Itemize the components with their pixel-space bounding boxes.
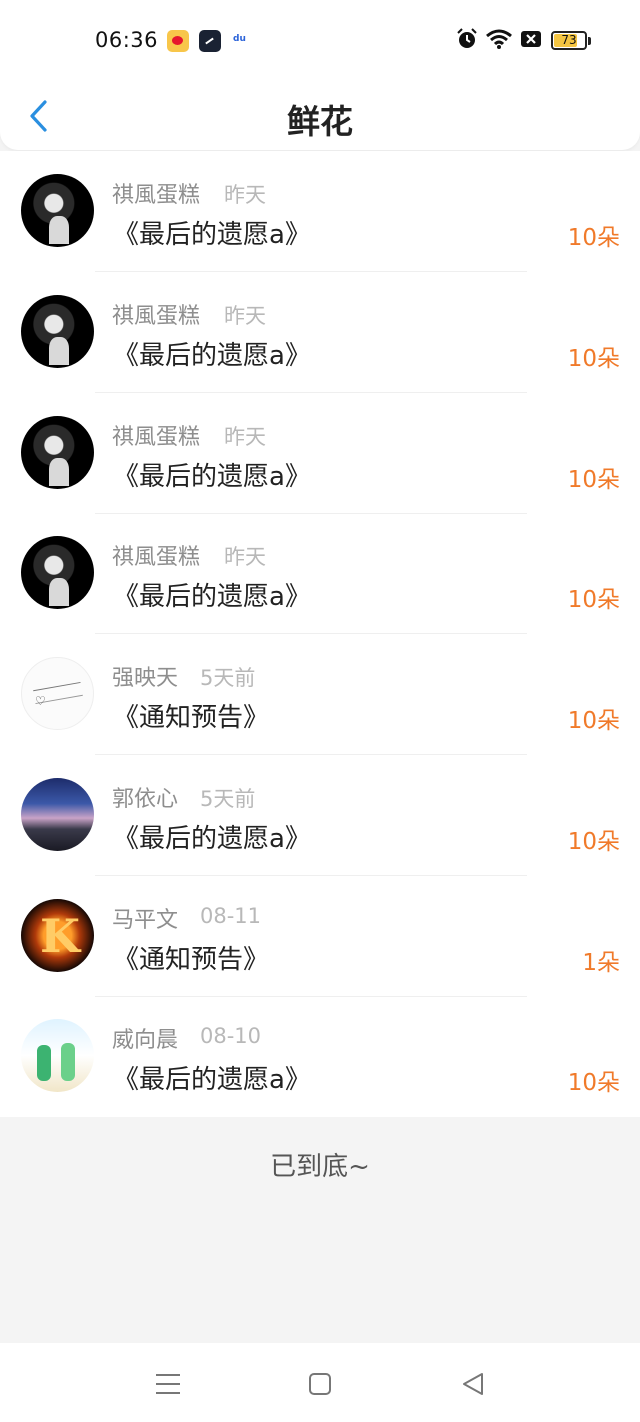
- flower-count: 10朵: [567, 1070, 620, 1096]
- user-name[interactable]: 威向晨: [112, 1022, 178, 1054]
- back-triangle-icon[interactable]: [458, 1369, 488, 1399]
- post-title[interactable]: 《最后的遗愿a》: [113, 818, 311, 855]
- flower-count: 10朵: [567, 225, 620, 251]
- post-title[interactable]: 《最后的遗愿a》: [113, 456, 311, 493]
- list-item[interactable]: 祺風蛋糕 昨天 《最后的遗愿a》 10朵: [0, 272, 640, 393]
- battery-level: 73: [561, 33, 577, 47]
- weibo-icon: [167, 30, 189, 52]
- post-title[interactable]: 《最后的遗愿a》: [113, 214, 311, 251]
- status-bar: 06:36 73: [0, 0, 640, 82]
- list-item[interactable]: 威向晨 08-10 《最后的遗愿a》 10朵: [0, 996, 640, 1117]
- user-name[interactable]: 祺風蛋糕: [112, 298, 200, 330]
- list-item[interactable]: 祺風蛋糕 昨天 《最后的遗愿a》 10朵: [0, 513, 640, 634]
- baidu-icon: [230, 30, 252, 52]
- avatar[interactable]: [21, 536, 94, 609]
- timestamp: 08-11: [200, 904, 262, 928]
- post-title[interactable]: 《通知预告》: [113, 939, 269, 976]
- flower-count: 10朵: [567, 587, 620, 613]
- user-name[interactable]: 强映天: [112, 660, 178, 692]
- home-icon[interactable]: [305, 1369, 335, 1399]
- status-time: 06:36: [95, 28, 159, 52]
- user-name[interactable]: 马平文: [112, 902, 178, 934]
- user-name[interactable]: 祺風蛋糕: [112, 419, 200, 451]
- timestamp: 08-10: [200, 1024, 262, 1048]
- user-name[interactable]: 祺風蛋糕: [112, 539, 200, 571]
- flower-count: 10朵: [567, 829, 620, 855]
- post-title[interactable]: 《最后的遗愿a》: [113, 1059, 311, 1096]
- timestamp: 昨天: [224, 183, 266, 207]
- list-item[interactable]: 郭依心 5天前 《最后的遗愿a》 10朵: [0, 755, 640, 876]
- user-name[interactable]: 郭依心: [112, 781, 178, 813]
- end-of-list-text: 已到底~: [270, 1152, 370, 1182]
- user-name[interactable]: 祺風蛋糕: [112, 177, 200, 209]
- avatar[interactable]: [21, 174, 94, 247]
- page-title: 鲜花: [287, 102, 353, 141]
- timestamp: 昨天: [224, 425, 266, 449]
- flower-list: 祺風蛋糕 昨天 《最后的遗愿a》 10朵 祺風蛋糕 昨天 《最后的遗愿a》 10…: [0, 151, 640, 1117]
- flower-count: 10朵: [567, 346, 620, 372]
- clock-app-icon: [199, 30, 221, 52]
- list-item[interactable]: 强映天 5天前 《通知预告》 10朵: [0, 634, 640, 755]
- timestamp: 5天前: [200, 666, 256, 690]
- flower-count: 10朵: [567, 467, 620, 493]
- timestamp: 昨天: [224, 304, 266, 328]
- avatar[interactable]: [21, 899, 94, 972]
- avatar[interactable]: [21, 1019, 94, 1092]
- post-title[interactable]: 《最后的遗愿a》: [113, 576, 311, 613]
- alarm-icon: [457, 28, 477, 48]
- timestamp: 5天前: [200, 787, 256, 811]
- timestamp: 昨天: [224, 545, 266, 569]
- avatar[interactable]: [21, 778, 94, 851]
- avatar[interactable]: [21, 295, 94, 368]
- system-nav-bar: [0, 1343, 640, 1422]
- post-title[interactable]: 《最后的遗愿a》: [113, 335, 311, 372]
- battery-tip: [588, 37, 591, 45]
- mute-icon: [521, 31, 541, 47]
- header: 鲜花: [0, 82, 640, 150]
- list-item[interactable]: 祺風蛋糕 昨天 《最后的遗愿a》 10朵: [0, 393, 640, 514]
- avatar[interactable]: [21, 416, 94, 489]
- menu-icon[interactable]: [153, 1369, 183, 1399]
- avatar[interactable]: [21, 657, 94, 730]
- list-item[interactable]: 马平文 08-11 《通知预告》 1朵: [0, 876, 640, 997]
- post-title[interactable]: 《通知预告》: [113, 697, 269, 734]
- battery-icon: 73: [551, 31, 587, 50]
- wifi-icon: [486, 29, 512, 49]
- flower-count: 10朵: [567, 708, 620, 734]
- flower-count: 1朵: [582, 950, 620, 976]
- list-item[interactable]: 祺風蛋糕 昨天 《最后的遗愿a》 10朵: [0, 151, 640, 272]
